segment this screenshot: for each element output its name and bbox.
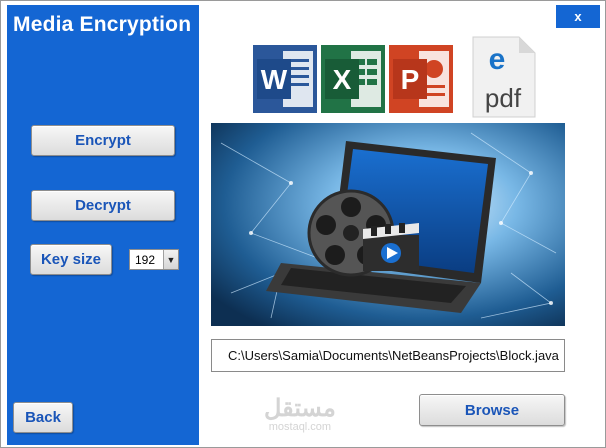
watermark-arabic: مستقل [264, 395, 336, 422]
svg-text:e: e [489, 43, 506, 76]
svg-text:X: X [333, 64, 352, 95]
watermark-latin: mostaql.com [268, 421, 332, 433]
svg-text:W: W [261, 64, 288, 95]
svg-text:pdf: pdf [485, 83, 522, 113]
powerpoint-icon: P [389, 45, 453, 113]
decrypt-button[interactable]: Decrypt [31, 190, 175, 221]
file-path-field[interactable]: C:\Users\Samia\Documents\NetBeansProject… [211, 339, 565, 372]
back-button[interactable]: Back [13, 402, 73, 433]
encrypt-button[interactable]: Encrypt [31, 125, 175, 156]
key-size-value: 192 [135, 252, 156, 267]
media-encryption-window: Media Encryption x Encrypt Decrypt Key s… [0, 0, 606, 448]
chevron-down-icon[interactable]: ▼ [163, 250, 178, 269]
file-type-icons: W X P e pdf [253, 36, 536, 118]
watermark: مستقل mostaql.com [264, 395, 336, 434]
media-illustration [211, 123, 565, 326]
key-size-button[interactable]: Key size [30, 244, 112, 275]
word-icon: W [253, 45, 317, 113]
close-button[interactable]: x [556, 5, 600, 28]
pdf-icon: e pdf [472, 36, 536, 118]
svg-text:P: P [401, 64, 420, 95]
key-size-select[interactable]: 192 ▼ [129, 249, 179, 270]
app-title: Media Encryption [13, 13, 192, 36]
sidebar-panel: Media Encryption [7, 5, 199, 445]
excel-icon: X [321, 45, 385, 113]
browse-button[interactable]: Browse [419, 394, 565, 426]
